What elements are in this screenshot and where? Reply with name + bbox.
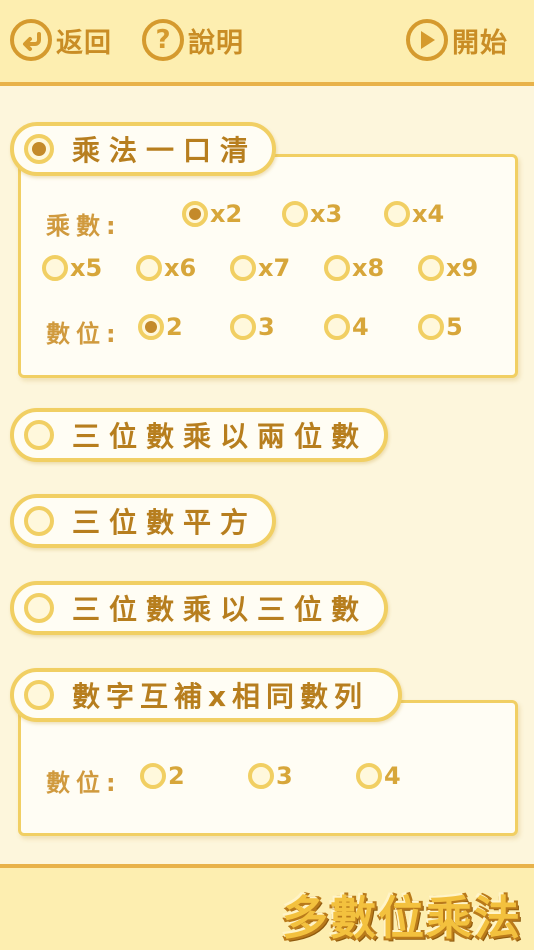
digits-label-5: 5 [446, 313, 463, 341]
multiplier-label-x2: x2 [210, 200, 243, 228]
multiplier-option-x2[interactable]: x2 [182, 200, 242, 228]
mode-option-3digit-square[interactable]: 三位數平方 [10, 494, 276, 548]
start-button[interactable]: 開始 [406, 16, 508, 64]
digits-label-2: 2 [166, 313, 183, 341]
digits-radio-5[interactable] [418, 314, 444, 340]
multiplier-radio-x3[interactable] [282, 201, 308, 227]
multiplier-radio-x9[interactable] [418, 255, 444, 281]
play-icon [406, 19, 448, 61]
back-button[interactable]: 返回 [10, 16, 112, 64]
multiplier-radio-x5[interactable] [42, 255, 68, 281]
multiplier-option-x7[interactable]: x7 [230, 254, 290, 282]
digits-option-2[interactable]: 2 [138, 313, 183, 341]
mode-option-3digit-times-2digit[interactable]: 三位數乘以兩位數 [10, 408, 388, 462]
back-arrow-icon [10, 19, 52, 61]
complement-digits-option-3[interactable]: 3 [248, 762, 293, 790]
mode-radio-complement-sequence[interactable] [24, 680, 54, 710]
multiplier-radio-x8[interactable] [324, 255, 350, 281]
multiplier-radio-x4[interactable] [384, 201, 410, 227]
start-label: 開始 [452, 27, 508, 59]
complement-digits-label-4: 4 [384, 762, 401, 790]
multiplier-label-x7: x7 [258, 254, 291, 282]
mode-title-multiply-instant: 乘法一口清 [72, 134, 258, 167]
radio-selected-dot [189, 208, 201, 220]
question-mark-icon: ? [142, 19, 184, 61]
complement-digits-label: 數位: [46, 769, 122, 797]
complement-digits-radio-4[interactable] [356, 763, 382, 789]
multiplier-option-x6[interactable]: x6 [136, 254, 196, 282]
multiplier-label-x6: x6 [164, 254, 197, 282]
multiplier-label-x9: x9 [446, 254, 479, 282]
digits-option-3[interactable]: 3 [230, 313, 275, 341]
multiplier-label-x8: x8 [352, 254, 385, 282]
mode-radio-multiply-instant[interactable] [24, 134, 54, 164]
radio-selected-dot [145, 321, 157, 333]
multiplier-label-x3: x3 [310, 200, 343, 228]
multiplier-label-x5: x5 [70, 254, 103, 282]
multiplier-radio-x6[interactable] [136, 255, 162, 281]
mode-option-complement-sequence[interactable]: 數字互補x相同數列 [10, 668, 402, 722]
mode-radio-3digit-times-2digit[interactable] [24, 420, 54, 450]
multiplier-option-x5[interactable]: x5 [42, 254, 102, 282]
complement-digits-option-2[interactable]: 2 [140, 762, 185, 790]
complement-digits-option-4[interactable]: 4 [356, 762, 401, 790]
mode-option-multiply-instant[interactable]: 乘法一口清 [10, 122, 276, 176]
back-label: 返回 [56, 27, 112, 59]
multiplier-radio-x7[interactable] [230, 255, 256, 281]
mode-radio-3digit-times-3digit[interactable] [24, 593, 54, 623]
mode-title-3digit-times-2digit: 三位數乘以兩位數 [72, 420, 369, 453]
digits-radio-2[interactable] [138, 314, 164, 340]
digits-option-5[interactable]: 5 [418, 313, 463, 341]
multiplier-radio-x2[interactable] [182, 201, 208, 227]
mode-option-3digit-times-3digit[interactable]: 三位數乘以三位數 [10, 581, 388, 635]
multiplier-option-x9[interactable]: x9 [418, 254, 478, 282]
digits-label-4: 4 [352, 313, 369, 341]
mode-title-3digit-square: 三位數平方 [72, 506, 258, 539]
multiplier-label-x4: x4 [412, 200, 445, 228]
digits-radio-4[interactable] [324, 314, 350, 340]
mode-title-3digit-times-3digit: 三位數乘以三位數 [72, 593, 369, 626]
mode-radio-3digit-square[interactable] [24, 506, 54, 536]
help-label: 說明 [188, 27, 244, 59]
complement-digits-radio-3[interactable] [248, 763, 274, 789]
bottom-bar: 多數位乘法 [0, 864, 534, 950]
digits-label-3: 3 [258, 313, 275, 341]
complement-digits-radio-2[interactable] [140, 763, 166, 789]
digits-radio-3[interactable] [230, 314, 256, 340]
digits-label: 數位: [46, 320, 122, 348]
multiplier-option-x3[interactable]: x3 [282, 200, 342, 228]
multiplier-option-x4[interactable]: x4 [384, 200, 444, 228]
complement-digits-label-3: 3 [276, 762, 293, 790]
digits-option-4[interactable]: 4 [324, 313, 369, 341]
complement-digits-label-2: 2 [168, 762, 185, 790]
help-button[interactable]: ? 說明 [142, 16, 244, 64]
multiplier-label: 乘數: [46, 212, 122, 240]
app-brand-title: 多數位乘法 [282, 891, 522, 945]
mode-title-complement-sequence: 數字互補x相同數列 [72, 680, 369, 713]
radio-selected-dot [32, 142, 46, 156]
top-bar: 返回 ? 說明 開始 [0, 0, 534, 86]
multiplier-option-x8[interactable]: x8 [324, 254, 384, 282]
